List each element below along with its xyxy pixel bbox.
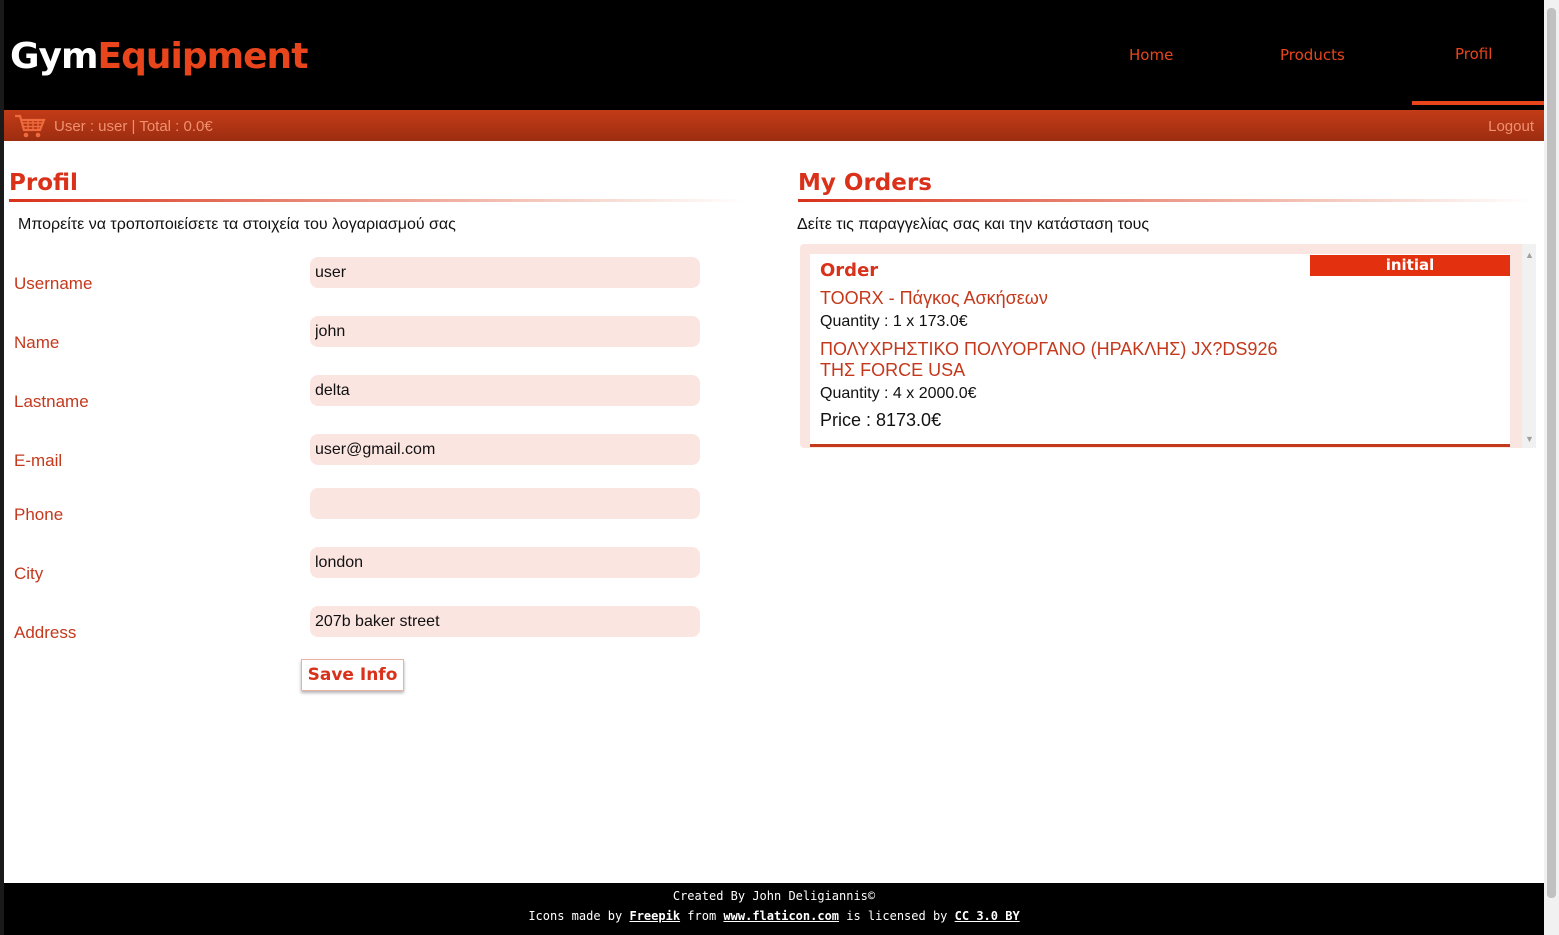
- city-field[interactable]: [310, 547, 700, 578]
- address-label: Address: [14, 623, 77, 642]
- footer-credit: Created By John Deligiannis©: [672, 889, 876, 903]
- freepik-link[interactable]: Freepik: [629, 909, 680, 923]
- page: GymEquipment Home Products Profil User :…: [4, 0, 1544, 935]
- profile-subtitle: Μπορείτε να τροποποιείσετε τα στοιχεία τ…: [18, 216, 456, 233]
- user-bar: User : user | Total : 0.0€ Logout: [4, 110, 1544, 141]
- scroll-down-icon[interactable]: ▼: [1525, 434, 1534, 444]
- license-link[interactable]: CC 3.0 BY: [955, 909, 1020, 923]
- nav-active-indicator: [1412, 101, 1544, 105]
- nav-products[interactable]: Products: [1280, 46, 1345, 64]
- scroll-up-icon[interactable]: ▲: [1525, 250, 1534, 260]
- order-item-quantity: Quantity : 1 x 173.0€: [820, 313, 968, 330]
- address-field[interactable]: [310, 606, 700, 637]
- order-card: Order initial TOORX - Πάγκος Ασκήσεων Qu…: [810, 254, 1510, 447]
- username-field[interactable]: [310, 257, 700, 288]
- lastname-field[interactable]: [310, 375, 700, 406]
- order-item-name[interactable]: ΠΟΛΥΧΡΗΣΤΙΚΟ ΠΟΛΥΟΡΓΑΝΟ (ΗΡΑΚΛΗΣ) JX?DS9…: [820, 339, 1290, 381]
- orders-subtitle: Δείτε τις παραγγελίας σας και την κατάστ…: [797, 216, 1150, 233]
- flaticon-link[interactable]: www.flaticon.com: [723, 909, 839, 923]
- logo-gym: Gym: [10, 36, 99, 77]
- profile-title: Profil: [9, 170, 78, 196]
- footer-icons-prefix: Icons made by: [528, 909, 623, 923]
- username-label: Username: [14, 274, 93, 293]
- user-info: User : user | Total : 0.0€: [54, 118, 213, 135]
- footer-from: from: [687, 909, 717, 923]
- footer-attribution: Icons made by Freepik from www.flaticon.…: [4, 909, 1544, 923]
- city-label: City: [14, 564, 44, 583]
- logout-link[interactable]: Logout: [1488, 118, 1534, 135]
- phone-label: Phone: [14, 505, 64, 524]
- cart-icon[interactable]: [14, 113, 46, 139]
- footer-licensed: is licensed by: [846, 909, 948, 923]
- email-field[interactable]: [310, 434, 700, 465]
- header: GymEquipment Home Products Profil: [4, 0, 1544, 110]
- order-item-quantity: Quantity : 4 x 2000.0€: [820, 385, 977, 402]
- nav-profil[interactable]: Profil: [1455, 45, 1492, 63]
- status-badge: initial: [1310, 255, 1510, 276]
- email-label: E-mail: [14, 451, 63, 470]
- page-scrollbar-thumb[interactable]: [1547, 8, 1556, 898]
- orders-scrollbar[interactable]: ▲ ▼: [1522, 244, 1536, 448]
- name-field[interactable]: [310, 316, 700, 347]
- order-price: Price : 8173.0€: [820, 410, 942, 430]
- logo-equipment: Equipment: [97, 36, 309, 77]
- profile-title-underline: [9, 199, 744, 202]
- name-label: Name: [14, 333, 60, 352]
- logo[interactable]: GymEquipment: [10, 36, 309, 77]
- page-scrollbar[interactable]: [1544, 0, 1559, 935]
- orders-title-underline: [798, 199, 1533, 202]
- order-title: Order: [820, 260, 879, 281]
- phone-field[interactable]: [310, 488, 700, 519]
- orders-title: My Orders: [798, 170, 932, 196]
- nav-home[interactable]: Home: [1129, 46, 1173, 64]
- save-info-button[interactable]: Save Info: [301, 659, 404, 691]
- order-item-name[interactable]: TOORX - Πάγκος Ασκήσεων: [820, 288, 1290, 309]
- lastname-label: Lastname: [14, 392, 89, 411]
- footer: Created By John Deligiannis© Icons made …: [4, 883, 1544, 935]
